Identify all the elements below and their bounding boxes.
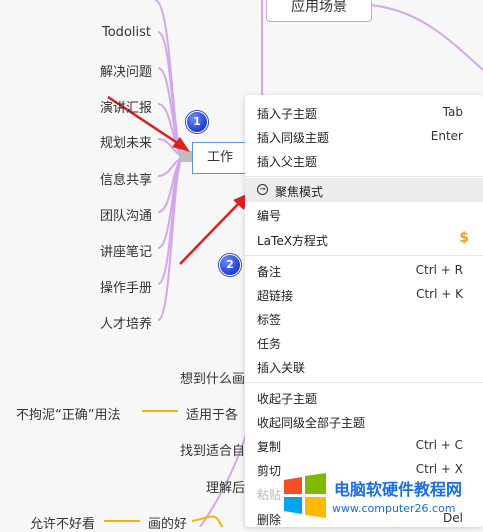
menu-item-shortcut: Tab (442, 105, 463, 119)
menu-item-copy[interactable]: 复制 Ctrl + C (245, 433, 483, 457)
menu-item-shortcut: Ctrl + C (415, 438, 463, 452)
menu-item-hyperlink[interactable]: 超链接 Ctrl + K (245, 282, 483, 306)
topic-plan-future[interactable]: 规划未来 (100, 132, 152, 151)
menu-item-label: 复制 (257, 440, 282, 454)
menu-item-shortcut: Enter (430, 129, 463, 143)
menu-item-label: LaTeX方程式 (257, 234, 328, 248)
topic-bottom-5[interactable]: 画的好 (148, 513, 187, 532)
topic-solve-problems[interactable]: 解决问题 (100, 61, 152, 80)
step-badge-1: 1 (186, 111, 208, 133)
topic-bottom-2-left[interactable]: 不拘泥“正确”用法 (16, 404, 120, 423)
menu-item-label: 备注 (257, 265, 282, 279)
branch-line (154, 0, 184, 158)
menu-item-insert-sibling[interactable]: 插入同级主题 Enter (245, 124, 483, 148)
topic-bottom-4[interactable]: 理解后 (206, 477, 245, 496)
menu-separator (245, 176, 483, 177)
menu-item-latex[interactable]: LaTeX方程式 $ (245, 227, 483, 251)
menu-item-insert-relation[interactable]: 插入关联 (245, 354, 483, 378)
menu-item-label: 插入同级主题 (257, 131, 330, 145)
topic-info-sharing[interactable]: 信息共享 (100, 169, 152, 188)
top-curve (369, 4, 483, 71)
menu-item-numbering[interactable]: 编号 (245, 202, 483, 226)
orange-line (191, 515, 223, 527)
menu-separator (245, 382, 483, 383)
menu-item-label: 超链接 (257, 289, 294, 303)
dollar-icon: $ (459, 230, 469, 246)
menu-item-label: 收起同级全部子主题 (257, 416, 366, 430)
menu-item-task[interactable]: 任务 (245, 330, 483, 354)
selected-topic-node[interactable]: 工作 (192, 142, 250, 174)
menu-item-label: 插入父主题 (257, 155, 318, 169)
topic-bottom-2[interactable]: 适用于各 (186, 404, 238, 423)
step-badge-2: 2 (219, 254, 241, 276)
windows-logo-icon (284, 473, 326, 518)
topic-talent[interactable]: 人才培养 (100, 313, 152, 332)
menu-item-label: 收起子主题 (257, 392, 318, 406)
topic-bottom-3[interactable]: 找到适合自 (180, 440, 245, 459)
menu-item-insert-child[interactable]: 插入子主题 Tab (245, 100, 483, 124)
menu-item-note[interactable]: 备注 Ctrl + R (245, 258, 483, 282)
topic-lecture-notes[interactable]: 讲座笔记 (100, 241, 152, 260)
menu-item-label: 聚焦模式 (275, 185, 324, 199)
topic-bottom-5-left[interactable]: 允许不好看 (30, 513, 95, 532)
watermark: 电脑软硬件教程网 www.computer26.com (276, 470, 483, 527)
menu-item-label: 编号 (257, 209, 282, 223)
menu-item-shortcut: Ctrl + K (416, 287, 463, 301)
menu-item-focus-mode[interactable]: → 聚焦模式 (245, 178, 483, 202)
watermark-title: 电脑软硬件教程网 (334, 480, 463, 499)
menu-item-label: 插入子主题 (257, 107, 318, 121)
menu-item-collapse-children[interactable]: 收起子主题 (245, 385, 483, 409)
menu-separator (245, 255, 483, 256)
topic-team-communication[interactable]: 团队沟通 (100, 205, 152, 224)
menu-item-label: 任务 (257, 337, 282, 351)
topic-todolist[interactable]: Todolist (102, 25, 151, 40)
topic-node-top[interactable]: 应用场景 (266, 0, 372, 22)
menu-item-label: 插入关联 (257, 361, 306, 375)
menu-item-insert-parent[interactable]: 插入父主题 (245, 148, 483, 172)
topic-manual[interactable]: 操作手册 (100, 277, 152, 296)
collapse-handle (179, 151, 193, 162)
menu-item-collapse-all-siblings[interactable]: 收起同级全部子主题 (245, 409, 483, 433)
menu-item-tag[interactable]: 标签 (245, 306, 483, 330)
context-menu: 插入子主题 Tab 插入同级主题 Enter 插入父主题 → 聚焦模式 编号 L… (245, 95, 483, 527)
topic-presentation[interactable]: 演讲汇报 (100, 97, 152, 116)
focus-icon: → (257, 184, 268, 195)
topic-bottom-1[interactable]: 想到什么画 (180, 368, 245, 387)
menu-item-shortcut: Ctrl + R (415, 263, 463, 277)
watermark-url: www.computer26.com (332, 502, 456, 515)
menu-item-label: 标签 (257, 313, 282, 327)
